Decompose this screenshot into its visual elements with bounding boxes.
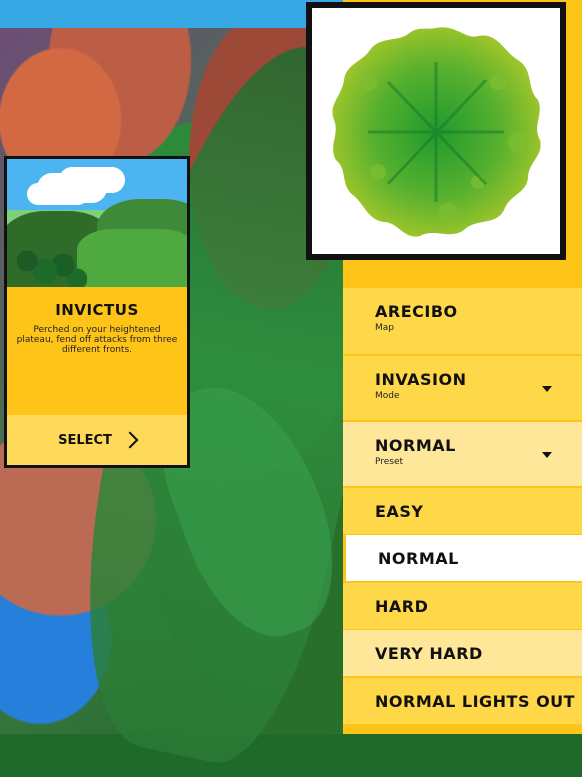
thumbnail-field bbox=[77, 229, 187, 287]
island-map-image bbox=[332, 27, 541, 237]
caret-down-icon bbox=[542, 452, 552, 458]
map-label: Map bbox=[375, 323, 394, 333]
preset-dropdown[interactable]: NORMAL Preset bbox=[343, 422, 582, 486]
map-preview-canvas bbox=[312, 8, 560, 254]
preset-option-normal[interactable]: NORMAL bbox=[346, 535, 582, 581]
map-value: ARECIBO bbox=[375, 302, 458, 321]
map-field[interactable]: ARECIBO Map bbox=[343, 288, 582, 354]
preset-option-hard[interactable]: HARD bbox=[343, 583, 582, 629]
mode-dropdown[interactable]: INVASION Mode bbox=[343, 356, 582, 420]
map-description: Perched on your heightened plateau, fend… bbox=[16, 325, 178, 355]
map-title: INVICTUS bbox=[55, 301, 139, 319]
select-button-label: SELECT bbox=[58, 432, 112, 448]
mode-label: Mode bbox=[375, 391, 400, 401]
chevron-right-icon bbox=[121, 431, 139, 449]
select-button[interactable]: SELECT bbox=[7, 415, 187, 465]
thumbnail-trees bbox=[17, 221, 87, 287]
preset-label: Preset bbox=[375, 457, 404, 467]
map-thumbnail bbox=[7, 159, 187, 287]
preset-option-easy[interactable]: EASY bbox=[343, 488, 582, 534]
map-info: INVICTUS Perched on your heightened plat… bbox=[7, 287, 187, 397]
preset-option-normal-lights-out[interactable]: NORMAL LIGHTS OUT bbox=[343, 678, 582, 724]
map-preview bbox=[306, 2, 566, 260]
thumbnail-cloud bbox=[37, 173, 107, 203]
caret-down-icon bbox=[542, 386, 552, 392]
preset-option-very-hard[interactable]: VERY HARD bbox=[343, 630, 582, 676]
map-card: INVICTUS Perched on your heightened plat… bbox=[4, 156, 190, 468]
